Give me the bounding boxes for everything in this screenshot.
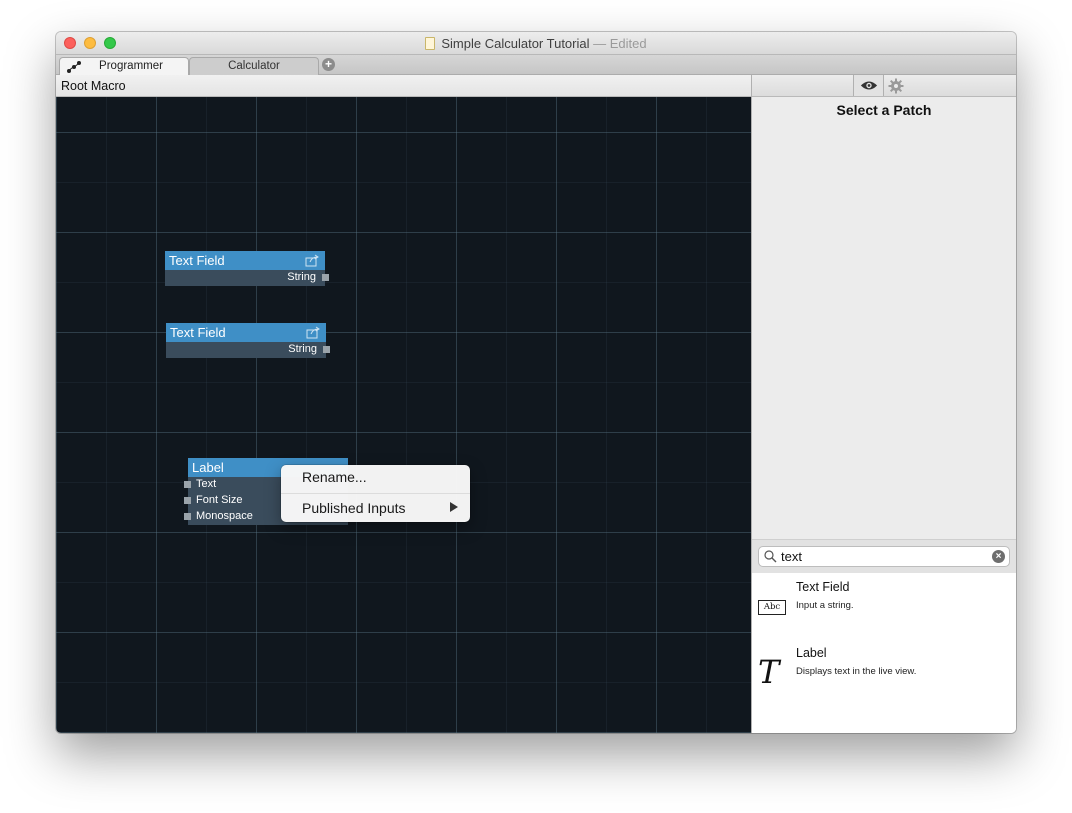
menu-item-label: Published Inputs <box>302 500 406 516</box>
input-port[interactable] <box>184 513 191 520</box>
tab-label: Programmer <box>99 60 163 72</box>
window-title: Simple Calculator Tutorial — Edited <box>56 36 1016 51</box>
italic-t-icon: T <box>758 653 780 691</box>
library-item-description: Input a string. <box>796 600 854 611</box>
library-search-area: text × <box>752 539 1016 573</box>
breadcrumb[interactable]: Root Macro <box>61 79 126 93</box>
title-edited-status: Edited <box>609 36 647 51</box>
library-search-field[interactable]: text × <box>758 546 1010 567</box>
menu-separator <box>281 493 470 494</box>
patch-title: Text Field <box>169 253 225 268</box>
document-icon[interactable] <box>425 37 436 50</box>
preview-toggle-button[interactable] <box>853 75 884 96</box>
library-item-description: Displays text in the live view. <box>796 666 917 677</box>
window-title-text: Simple Calculator Tutorial <box>441 36 590 51</box>
patch-text-field-1[interactable]: Text Field String <box>165 251 329 286</box>
patch-body: String <box>165 270 329 286</box>
inspector-toolbar <box>752 75 1016 97</box>
output-port[interactable] <box>323 346 330 353</box>
search-input[interactable]: text <box>781 549 802 564</box>
patch-title: Text Field <box>170 325 226 340</box>
app-window: Simple Calculator Tutorial — Edited Prog… <box>56 32 1016 733</box>
publish-share-icon[interactable] <box>306 326 321 339</box>
input-port-label: Monospace <box>196 510 253 522</box>
patch-text-field-2[interactable]: Text Field String <box>166 323 330 358</box>
library-item-name: Text Field <box>796 580 850 594</box>
publish-share-icon[interactable] <box>305 254 320 267</box>
output-port-label: String <box>288 343 317 355</box>
gear-icon[interactable] <box>888 78 904 94</box>
patch-header[interactable]: Text Field <box>165 251 325 270</box>
tab-programmer[interactable]: Programmer <box>59 57 189 76</box>
menu-item-rename[interactable]: Rename... <box>281 466 470 488</box>
title-bar[interactable]: Simple Calculator Tutorial — Edited <box>56 32 1016 54</box>
output-port-row: String <box>166 342 330 358</box>
input-port[interactable] <box>184 481 191 488</box>
input-port-label: Font Size <box>196 494 243 506</box>
menu-item-published-inputs[interactable]: Published Inputs <box>281 497 470 519</box>
patch-title: Label <box>192 460 224 475</box>
patch-header[interactable]: Text Field <box>166 323 326 342</box>
library-item-label[interactable]: Label Displays text in the live view. T <box>752 639 1016 699</box>
eye-icon <box>860 81 878 90</box>
add-tab-button[interactable]: + <box>322 58 335 71</box>
menu-item-label: Rename... <box>302 469 367 485</box>
output-port-row: String <box>165 270 329 286</box>
inspector-sidebar: Select a Patch text × Text Field Input a… <box>751 75 1016 733</box>
input-port-label: Text <box>196 478 217 490</box>
graph-nodes-icon <box>67 61 81 73</box>
title-separator: — <box>593 36 607 51</box>
input-port[interactable] <box>184 497 191 504</box>
tab-calculator[interactable]: Calculator <box>189 57 319 76</box>
library-item-name: Label <box>796 646 827 660</box>
library-results-list: Text Field Input a string. Abc Label Dis… <box>752 573 1016 733</box>
clear-search-icon[interactable]: × <box>992 550 1005 563</box>
output-port[interactable] <box>322 274 329 281</box>
abc-icon: Abc <box>758 600 786 615</box>
tab-bar: Programmer Calculator + <box>56 54 1016 76</box>
search-icon <box>764 550 777 563</box>
patch-canvas[interactable]: Text Field String Text Field String Labe… <box>56 97 751 733</box>
breadcrumb-bar: Root Macro <box>56 75 751 97</box>
tab-label: Calculator <box>228 60 280 72</box>
output-port-label: String <box>287 271 316 283</box>
context-menu: Rename... Published Inputs <box>281 465 470 522</box>
submenu-arrow-icon <box>450 502 458 512</box>
inspector-title: Select a Patch <box>836 102 932 118</box>
patch-body: String <box>166 342 330 358</box>
library-item-text-field[interactable]: Text Field Input a string. Abc <box>752 573 1016 633</box>
